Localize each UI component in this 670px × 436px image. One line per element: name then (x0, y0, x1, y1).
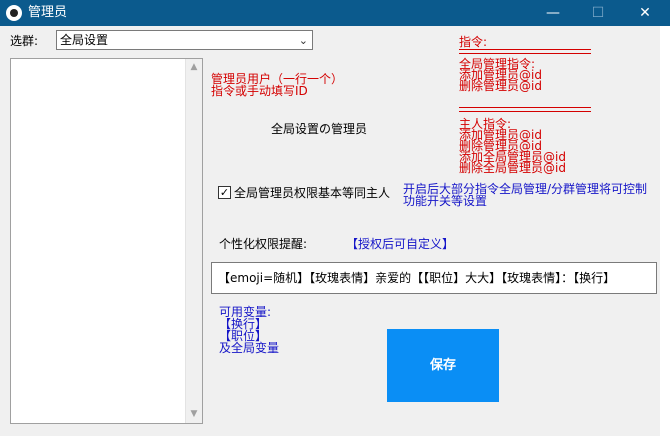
group-select-value: 全局设置 (60, 33, 109, 47)
global-admin-checkbox[interactable]: ✓ (218, 186, 231, 199)
owner-cmd-remove-global: 删除全局管理员@id (459, 161, 566, 175)
title-bar[interactable]: 管理员 — ☐ ✕ (0, 0, 670, 26)
save-button[interactable]: 保存 (387, 329, 499, 402)
variable-item: 及全局变量 (219, 341, 280, 355)
chevron-down-icon: ⌄ (298, 34, 308, 47)
commands-header: 指令: (459, 35, 488, 49)
group-select[interactable]: 全局设置 ⌄ (56, 30, 313, 50)
app-icon (6, 5, 22, 21)
divider (459, 49, 591, 54)
global-cmd-remove: 删除管理员@id (459, 79, 542, 93)
close-button[interactable]: ✕ (622, 0, 668, 26)
window-edge (660, 26, 670, 436)
permission-note-line2: 功能开关等设置 (403, 194, 488, 208)
reminder-label: 个性化权限提醒: (219, 237, 308, 251)
scroll-down-icon[interactable]: ▼ (186, 406, 202, 423)
minimize-button[interactable]: — (530, 0, 576, 26)
group-select-label: 选群: (10, 34, 39, 48)
maximize-button[interactable]: ☐ (575, 0, 621, 26)
admin-window: 管理员 — ☐ ✕ 选群: 全局设置 ⌄ ▲ ▼ 管理员用户（一行一个） 指令或… (0, 0, 670, 436)
admin-list[interactable]: ▲ ▼ (10, 58, 203, 424)
divider (459, 107, 591, 112)
section-title: 全局设置の管理员 (271, 122, 368, 136)
reminder-input[interactable]: 【emoji=随机】【玫瑰表情】亲爱的【【职位】大大】【玫瑰表情】：【换行】 (211, 262, 657, 294)
window-title: 管理员 (28, 5, 68, 20)
custom-tag: 【授权后可自定义】 (346, 237, 455, 251)
admin-hint-line2: 指令或手动填写ID (211, 84, 308, 98)
global-admin-checkbox-label[interactable]: 全局管理员权限基本等同主人 (234, 186, 390, 200)
list-scrollbar[interactable]: ▲ ▼ (185, 59, 202, 423)
scroll-up-icon[interactable]: ▲ (186, 59, 202, 76)
